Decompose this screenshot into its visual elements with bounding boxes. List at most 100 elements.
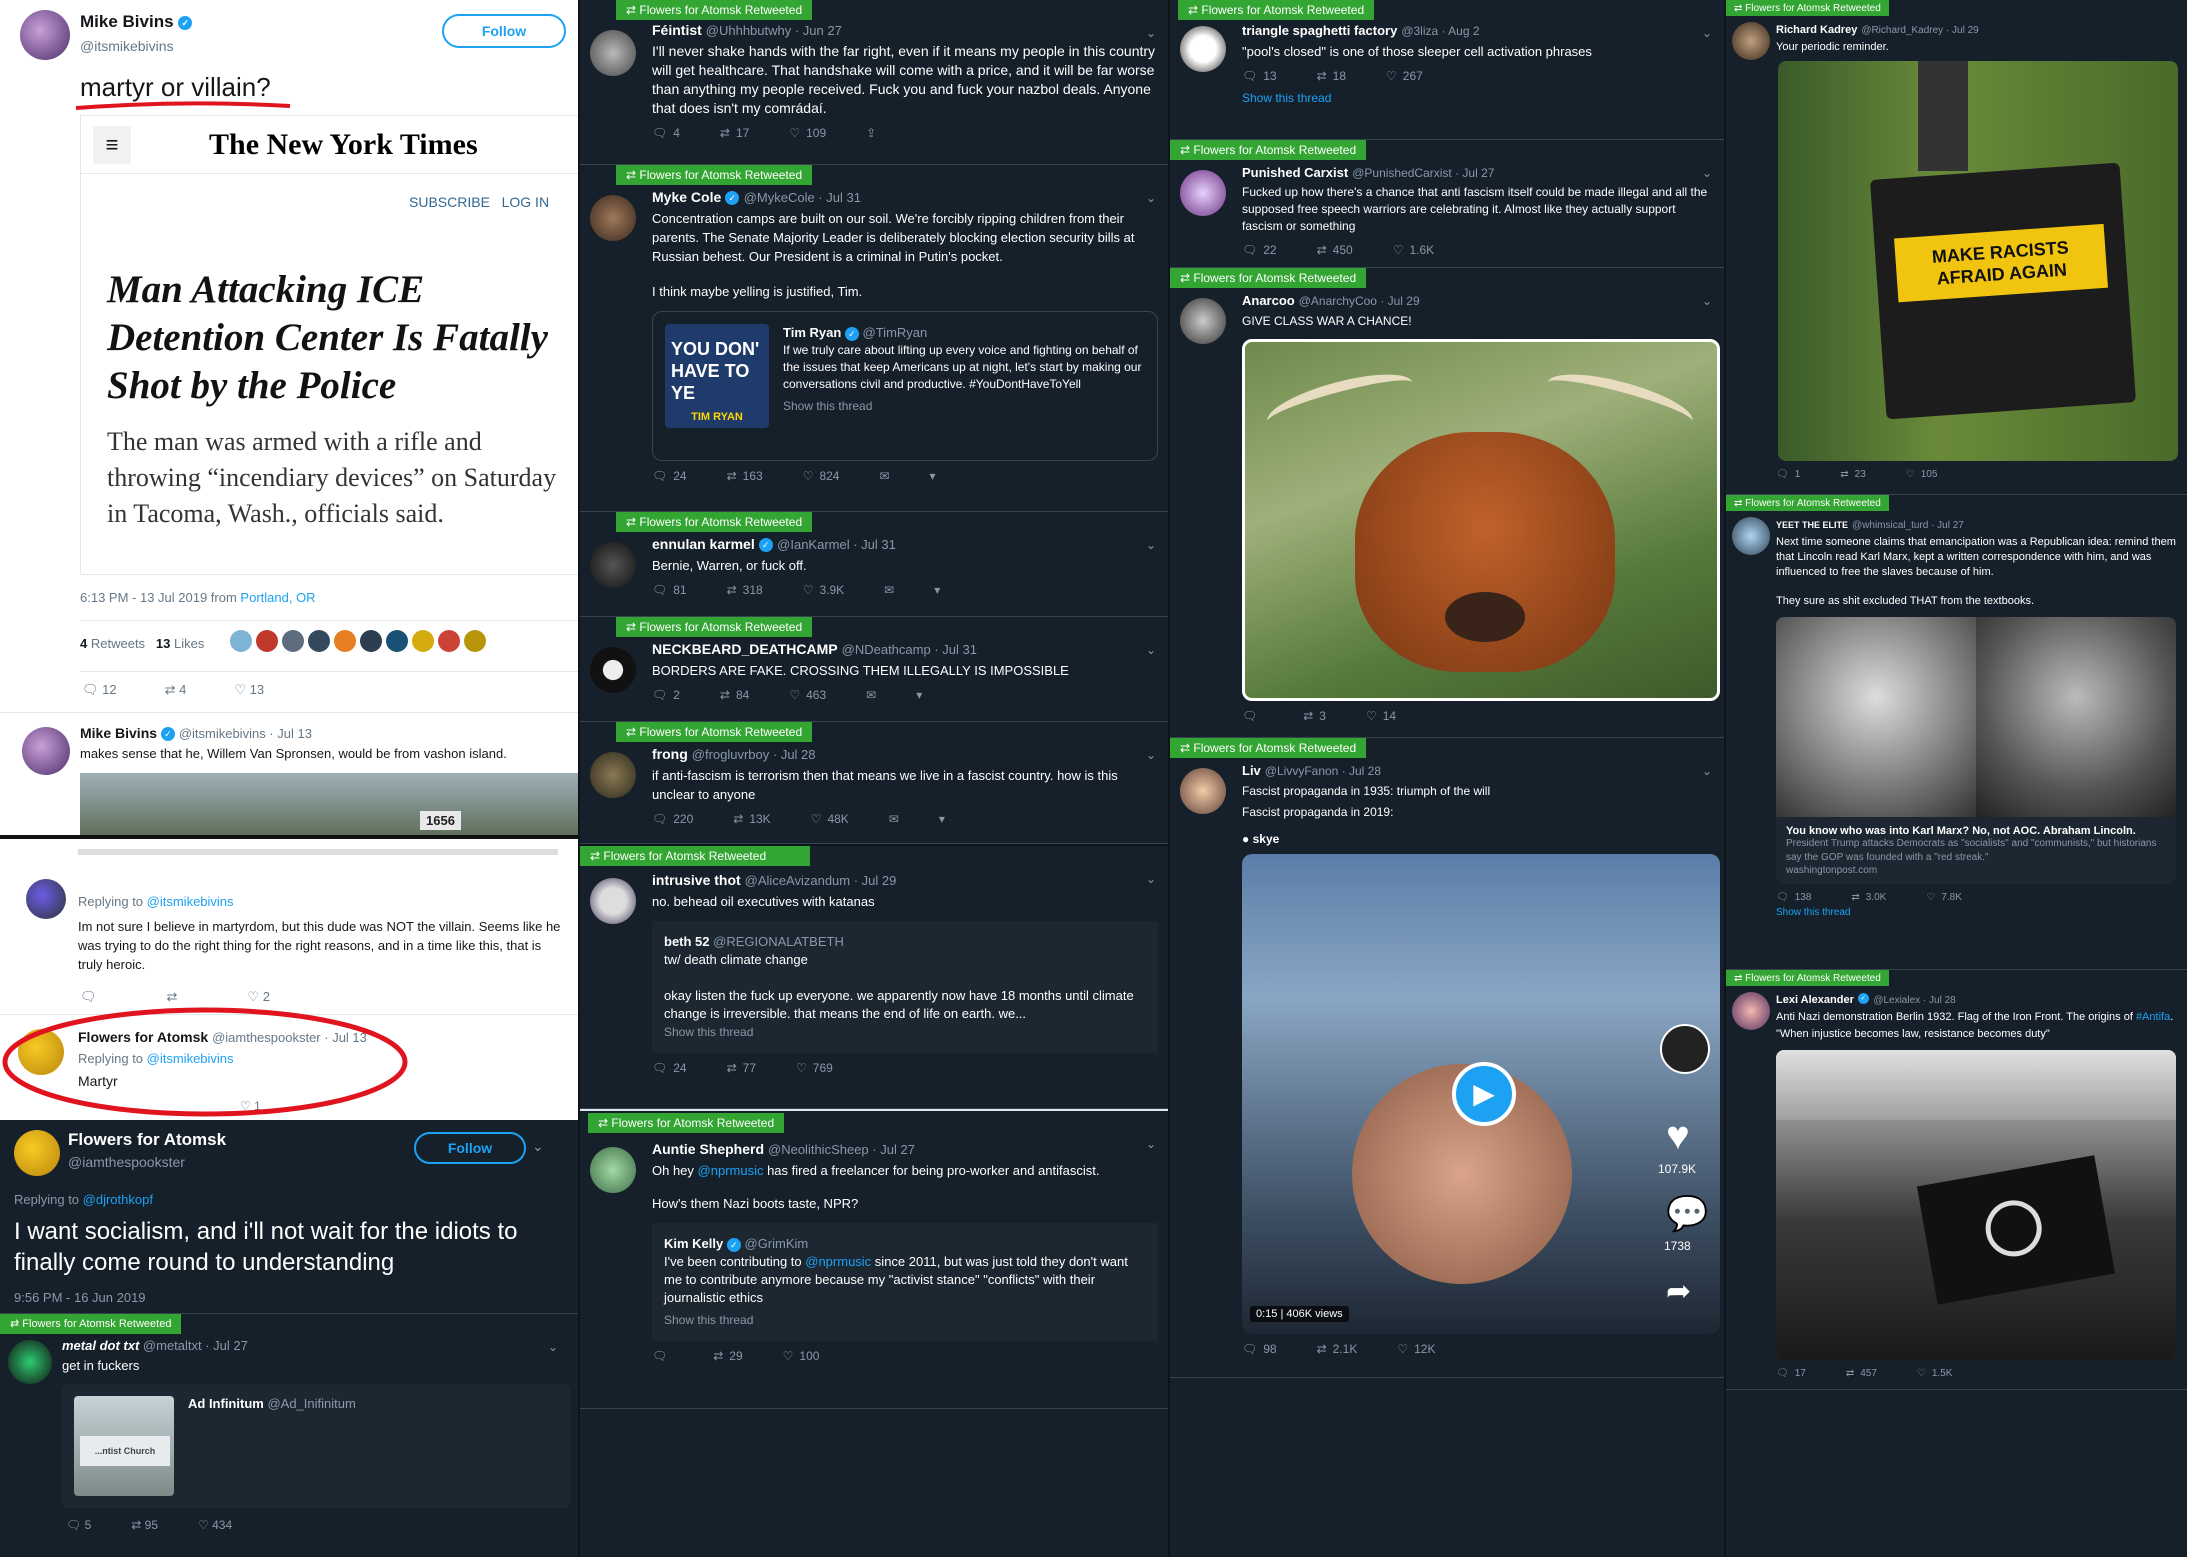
retweet-icon[interactable]: ⇄ 450: [1317, 243, 1353, 257]
author-handle[interactable]: @AnarchyCoo · Jul 29: [1299, 294, 1420, 308]
like-icon[interactable]: ♡ 267: [1386, 69, 1423, 83]
photo-thumbnail[interactable]: 1656: [80, 773, 578, 835]
like-icon[interactable]: ♡ 7.8K: [1926, 892, 1962, 903]
author-handle[interactable]: @itsmikebivins: [80, 38, 174, 54]
reply-icon[interactable]: 🗨 1: [1776, 469, 1800, 480]
sticker-photo[interactable]: MAKE RACISTS AFRAID AGAIN: [1778, 61, 2178, 461]
author-handle[interactable]: @NDeathcamp · Jul 31: [842, 642, 977, 657]
author-name[interactable]: Auntie Shepherd: [652, 1141, 764, 1157]
mention-link[interactable]: @nprmusic: [805, 1254, 871, 1269]
reply-icon[interactable]: 🗨 13: [1242, 69, 1277, 83]
like-icon[interactable]: ♡ 1.5K: [1917, 1368, 1953, 1379]
author-handle[interactable]: @itsmikebivins · Jul 13: [179, 726, 312, 741]
show-thread-link[interactable]: Show this thread: [1242, 91, 1714, 105]
mention-link[interactable]: @nprmusic: [698, 1163, 764, 1178]
avatar[interactable]: [1180, 298, 1226, 344]
author-name[interactable]: ennulan karmel: [652, 536, 755, 552]
reply-icon[interactable]: 🗨: [652, 1349, 673, 1363]
author-handle[interactable]: @MykeCole · Jul 31: [744, 190, 861, 205]
avatar[interactable]: [464, 630, 486, 652]
like-icon[interactable]: ♡ 824: [803, 469, 840, 483]
avatar[interactable]: [1732, 992, 1770, 1030]
avatar[interactable]: [590, 542, 636, 588]
quoted-tweet[interactable]: YOU DON' HAVE TO YE TIM RYAN Tim Ryan ✓ …: [652, 311, 1158, 461]
heart-icon[interactable]: ♥: [1666, 1114, 1690, 1159]
quote-author-handle[interactable]: @GrimKim: [745, 1236, 809, 1251]
retweet-icon[interactable]: ⇄ 23: [1840, 469, 1866, 480]
tweet[interactable]: ⇄ Flowers for Atomsk Retweeted Myke Cole…: [580, 165, 1168, 512]
retweet-icon[interactable]: ⇄ 2.1K: [1317, 1342, 1358, 1356]
chevron-down-icon[interactable]: ⌄: [1146, 643, 1156, 657]
link-card[interactable]: ...ntist Church Ad Infinitum @Ad_Inifini…: [62, 1384, 570, 1508]
tweet[interactable]: ⇄ Flowers for Atomsk Retweeted intrusive…: [580, 844, 1168, 1109]
author-name[interactable]: intrusive thot: [652, 872, 741, 888]
reply-icon[interactable]: 🗨 12: [82, 682, 117, 698]
quote-author-name[interactable]: Kim Kelly: [664, 1236, 723, 1251]
author-handle[interactable]: @iamthespookster: [68, 1154, 185, 1170]
chevron-down-icon[interactable]: ⌄: [1702, 764, 1712, 778]
link-card[interactable]: You know who was into Karl Marx? No, not…: [1776, 617, 2176, 884]
author-handle[interactable]: @Richard_Kadrey · Jul 29: [1861, 25, 1978, 36]
author-handle[interactable]: @PunishedCarxist · Jul 27: [1352, 166, 1494, 180]
author-handle[interactable]: @frogluvrboy · Jul 28: [692, 747, 816, 762]
subscribe-link[interactable]: SUBSCRIBE: [409, 194, 490, 210]
analytics-icon[interactable]: ▾: [916, 688, 922, 702]
tweet[interactable]: ⇄ Flowers for Atomsk Retweeted YEET THE …: [1726, 495, 2187, 970]
avatar[interactable]: [386, 630, 408, 652]
reply-icon[interactable]: 🗨 81: [652, 583, 687, 597]
reply-icon[interactable]: 🗨: [80, 989, 97, 1005]
analytics-icon[interactable]: ▾: [934, 583, 940, 597]
like-icon[interactable]: ♡ 2: [247, 989, 270, 1005]
reply-icon[interactable]: 🗨 98: [1242, 1342, 1277, 1356]
chevron-down-icon[interactable]: ⌄: [1702, 294, 1712, 308]
retweet-icon[interactable]: ⇄ 77: [727, 1061, 756, 1075]
avatar[interactable]: [1732, 517, 1770, 555]
follow-button[interactable]: Follow: [414, 1132, 526, 1164]
like-icon[interactable]: ♡ 463: [789, 688, 826, 702]
retweeted-tweet[interactable]: ⇄ Flowers for Atomsk Retweeted metal dot…: [0, 1314, 578, 1557]
retweet-icon[interactable]: ⇄ 4: [165, 682, 187, 698]
reply-icon[interactable]: 🗨 17: [1776, 1368, 1806, 1379]
tweet[interactable]: ⇄ Flowers for Atomsk Retweeted Féintist @…: [580, 0, 1168, 165]
card-author-handle[interactable]: @Ad_Inifinitum: [267, 1396, 355, 1411]
author-name[interactable]: Liv: [1242, 763, 1261, 778]
message-icon[interactable]: ✉: [879, 469, 889, 483]
profile-bubble[interactable]: [1660, 1024, 1710, 1074]
chevron-down-icon[interactable]: ⌄: [1146, 1137, 1156, 1151]
avatar[interactable]: [230, 630, 252, 652]
author-name[interactable]: Lexi Alexander: [1776, 994, 1854, 1006]
highland-cow-photo[interactable]: [1242, 339, 1720, 701]
quote-author-name[interactable]: Tim Ryan: [783, 325, 841, 340]
tweet[interactable]: ⇄ Flowers for Atomsk Retweeted Anarcoo @A…: [1170, 268, 1724, 738]
author-name[interactable]: NECKBEARD_DEATHCAMP: [652, 641, 838, 657]
like-icon[interactable]: ♡ 13: [234, 682, 264, 698]
avatar[interactable]: [22, 727, 70, 775]
tweet[interactable]: ⇄ Flowers for Atomsk Retweeted Richard K…: [1726, 0, 2187, 495]
reply-icon[interactable]: 🗨 24: [652, 469, 687, 483]
message-icon[interactable]: ✉: [884, 583, 894, 597]
author-name[interactable]: Richard Kadrey: [1776, 24, 1857, 36]
like-icon[interactable]: ♡ 48K: [811, 812, 849, 826]
historical-photo[interactable]: [1776, 1050, 2176, 1360]
tweet[interactable]: ⇄ Flowers for Atomsk Retweeted Auntie Sh…: [580, 1109, 1168, 1409]
author-handle[interactable]: @NeolithicSheep · Jul 27: [768, 1142, 915, 1157]
play-icon[interactable]: ▶: [1452, 1062, 1516, 1126]
avatar[interactable]: [438, 630, 460, 652]
chevron-down-icon[interactable]: ⌄: [532, 1138, 544, 1155]
reply-icon[interactable]: 🗨 220: [652, 812, 693, 826]
avatar[interactable]: [590, 1147, 636, 1193]
author-name[interactable]: triangle spaghetti factory: [1242, 23, 1397, 38]
author-handle[interactable]: @LivvyFanon · Jul 28: [1265, 764, 1381, 778]
author-name[interactable]: Anarcoo: [1242, 293, 1295, 308]
tweet[interactable]: ⇄ Flowers for Atomsk Retweeted NECKBEARD…: [580, 617, 1168, 722]
author-name[interactable]: Myke Cole: [652, 189, 721, 205]
share-icon[interactable]: ➦: [1666, 1274, 1691, 1309]
retweet-icon[interactable]: ⇄ 3: [1303, 709, 1326, 723]
like-icon[interactable]: ♡ 14: [1366, 709, 1396, 723]
reply-icon[interactable]: 🗨: [1242, 709, 1263, 723]
reply-icon[interactable]: 🗨 4: [652, 126, 680, 140]
author-name[interactable]: Mike Bivins: [80, 12, 174, 31]
nyt-article-card[interactable]: ≡ The New York Times SUBSCRIBE LOG IN Ma…: [80, 115, 578, 575]
chevron-down-icon[interactable]: ⌄: [1146, 872, 1156, 886]
author-name[interactable]: Mike Bivins: [80, 725, 157, 741]
